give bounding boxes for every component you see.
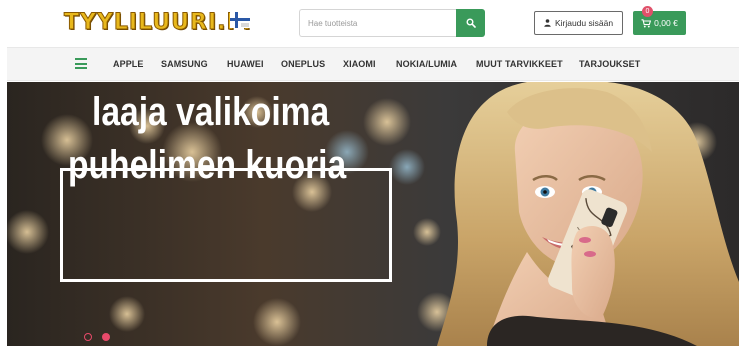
finland-flag-icon [230,12,250,28]
nav-item-muut-tarvikkeet[interactable]: MUUT TARVIKKEET [476,59,563,69]
nav-item-xiaomi[interactable]: XIAOMI [343,59,376,69]
site-header: TYYLILUURI.FI Kirjaudu sisään 0,00 € 0 [0,0,739,46]
logo[interactable]: TYYLILUURI.FI [64,8,252,36]
user-icon [544,19,551,27]
search-button[interactable] [456,9,485,37]
hero-headline-line2: puhelimen kuoria [68,143,347,187]
nav-item-oneplus[interactable]: ONEPLUS [281,59,325,69]
nav-item-tarjoukset[interactable]: TARJOUKSET [579,59,640,69]
search-form [299,9,485,37]
slider-dot-2[interactable] [102,333,110,341]
login-label: Kirjaudu sisään [554,18,614,28]
hamburger-menu-icon[interactable] [75,58,87,70]
cart-icon [641,18,652,27]
main-nav: APPLE SAMSUNG HUAWEI ONEPLUS XIAOMI NOKI… [7,47,739,81]
nav-item-samsung[interactable]: SAMSUNG [161,59,208,69]
hero-headline-line1: laaja valikoima [92,90,330,134]
login-button[interactable]: Kirjaudu sisään [534,11,623,35]
cart-count-badge: 0 [642,6,653,17]
search-input[interactable] [299,9,457,37]
logo-text: TYYLILUURI.FI [64,9,252,35]
nav-item-apple[interactable]: APPLE [113,59,144,69]
cart-total: 0,00 € [654,18,678,28]
nav-item-huawei[interactable]: HUAWEI [227,59,264,69]
nav-item-nokia-lumia[interactable]: NOKIA/LUMIA [396,59,457,69]
cart-button[interactable]: 0,00 € [633,11,686,35]
search-icon [466,18,476,28]
slider-dot-1[interactable] [84,333,92,341]
